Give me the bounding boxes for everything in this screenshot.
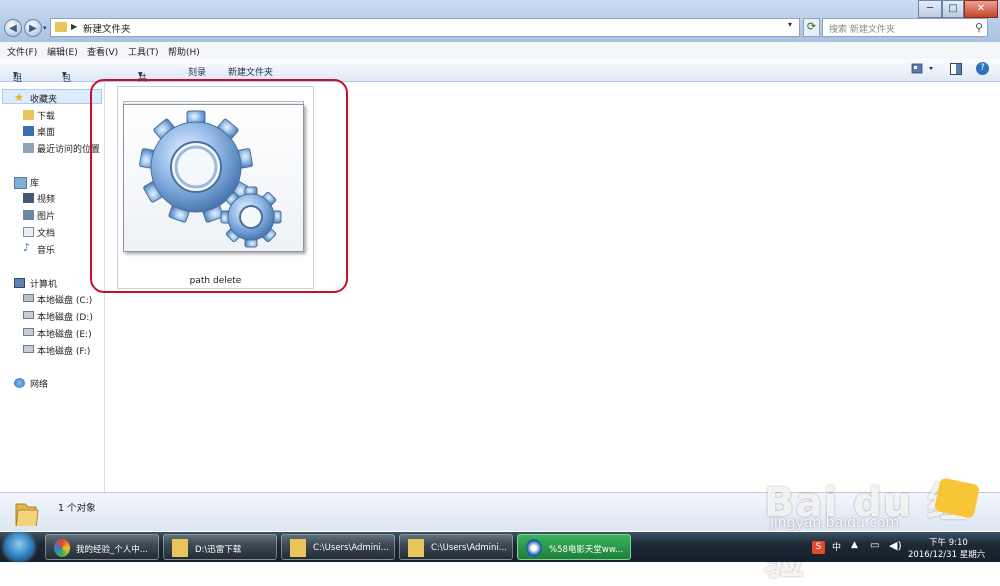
folder-icon: [55, 22, 67, 32]
taskbar-item-explorer-1[interactable]: C:\Users\Admini...: [281, 534, 395, 560]
folder-icon: [290, 539, 306, 557]
sidebar-item-documents[interactable]: 文档: [37, 226, 55, 239]
sidebar-item-computer[interactable]: 计算机: [30, 277, 57, 290]
sidebar-item-desktop[interactable]: 桌面: [37, 125, 55, 138]
address-path[interactable]: 新建文件夹: [83, 21, 131, 35]
star-icon: ★: [14, 91, 24, 104]
preview-pane-icon[interactable]: [950, 63, 962, 78]
drive-f-icon: [23, 345, 34, 353]
clock-time[interactable]: 下午 9:10: [929, 536, 968, 548]
volume-icon[interactable]: ◀): [889, 539, 902, 552]
help-icon[interactable]: ?: [976, 62, 989, 75]
sidebar-item-downloads[interactable]: 下载: [37, 109, 55, 122]
music-icon: ♪: [23, 241, 31, 254]
language-bar-icon[interactable]: 中: [832, 540, 841, 553]
drive-d-icon: [23, 311, 34, 319]
taskbar-item-label: 我的经验_个人中...: [76, 545, 148, 555]
search-icon[interactable]: ⚲: [975, 21, 983, 34]
menu-file[interactable]: 文件(F): [7, 45, 37, 58]
menu-edit[interactable]: 编辑(E): [47, 45, 78, 58]
recent-places-icon: [23, 143, 34, 153]
drive-c-icon: [23, 294, 34, 302]
taskbar-item-label: %58电影天堂ww...: [549, 545, 624, 555]
menu-tools[interactable]: 工具(T): [128, 45, 159, 58]
start-button[interactable]: [4, 533, 34, 561]
sidebar-item-drive-d[interactable]: 本地磁盘 (D:): [37, 310, 93, 323]
address-dropdown-icon[interactable]: ▾: [783, 20, 797, 35]
sidebar-item-network[interactable]: 网络: [30, 377, 48, 390]
clock-date[interactable]: 2016/12/31 星期六: [908, 548, 985, 560]
taskbar-item-label: D:\迅雷下载: [195, 545, 242, 555]
maximize-button[interactable]: □: [942, 0, 964, 18]
drive-e-icon: [23, 328, 34, 336]
new-folder-button[interactable]: 新建文件夹: [228, 65, 273, 78]
desktop-icon: [23, 126, 34, 136]
breadcrumb-chevron-icon[interactable]: ▶: [71, 22, 77, 31]
recent-pages-dropdown-icon[interactable]: ▾: [43, 24, 47, 32]
highlight-annotation: [90, 79, 348, 293]
burn-button[interactable]: 刻录: [188, 65, 206, 78]
search-placeholder: 搜索 新建文件夹: [829, 25, 895, 35]
pictures-icon: [23, 210, 34, 220]
item-count: 1 个对象: [58, 503, 96, 514]
address-bar[interactable]: ▶ 新建文件夹 ▾: [50, 18, 800, 37]
menu-bar: 文件(F) 编辑(E) 查看(V) 工具(T) 帮助(H): [0, 42, 1000, 60]
sidebar-item-drive-c[interactable]: 本地磁盘 (C:): [37, 293, 92, 306]
forward-button[interactable]: ▶: [24, 19, 42, 37]
sidebar-item-pictures[interactable]: 图片: [37, 209, 55, 222]
sidebar-item-drive-f[interactable]: 本地磁盘 (F:): [37, 344, 90, 357]
tray-expand-icon[interactable]: ▲: [851, 540, 858, 550]
sidebar-item-videos[interactable]: 视频: [37, 192, 55, 205]
change-view-icon[interactable]: [911, 63, 937, 78]
sidebar-item-libraries[interactable]: 库: [30, 176, 39, 189]
network-status-icon[interactable]: ▭: [870, 540, 879, 551]
input-method-icon[interactable]: S: [812, 541, 825, 554]
taskbar-item-xunlei[interactable]: D:\迅雷下载: [163, 534, 277, 560]
folder-icon: [408, 539, 424, 557]
close-button[interactable]: ✕: [964, 0, 998, 18]
film-reel-icon: [526, 539, 542, 557]
back-button[interactable]: ◀: [4, 19, 22, 37]
documents-icon: [23, 227, 34, 237]
folder-icon: [15, 503, 39, 526]
taskbar-item-explorer-2[interactable]: C:\Users\Admini...: [399, 534, 513, 560]
browser-icon: [54, 539, 70, 557]
preview-pane-graphic: [950, 63, 962, 75]
network-icon: [14, 378, 25, 388]
watermark-url: jingyan.baidu.com: [770, 515, 900, 531]
chevron-down-icon: ▼: [13, 71, 18, 78]
folder-icon: [172, 539, 188, 557]
sidebar-item-favorites[interactable]: 收藏夹: [30, 92, 57, 105]
sidebar-item-drive-e[interactable]: 本地磁盘 (E:): [37, 327, 92, 340]
view-grid-icon: [911, 63, 933, 74]
menu-view[interactable]: 查看(V): [87, 45, 118, 58]
taskbar-item-label: C:\Users\Admini...: [431, 543, 507, 553]
taskbar-item-movie[interactable]: %58电影天堂ww...: [517, 534, 631, 560]
taskbar-item-label: C:\Users\Admini...: [313, 543, 389, 553]
taskbar-item-browser[interactable]: 我的经验_个人中...: [45, 534, 159, 560]
computer-icon: [14, 278, 25, 288]
minimize-button[interactable]: ─: [918, 0, 942, 18]
menu-help[interactable]: 帮助(H): [168, 45, 200, 58]
chevron-down-icon: ▼: [62, 71, 67, 78]
library-icon: [14, 177, 27, 189]
video-icon: [23, 193, 34, 203]
chevron-down-icon: ▼: [138, 71, 143, 78]
downloads-folder-icon: [23, 110, 34, 120]
search-input[interactable]: 搜索 新建文件夹 ⚲: [822, 18, 988, 37]
sidebar-item-music[interactable]: 音乐: [37, 243, 55, 256]
refresh-button[interactable]: ⟳: [803, 18, 820, 37]
